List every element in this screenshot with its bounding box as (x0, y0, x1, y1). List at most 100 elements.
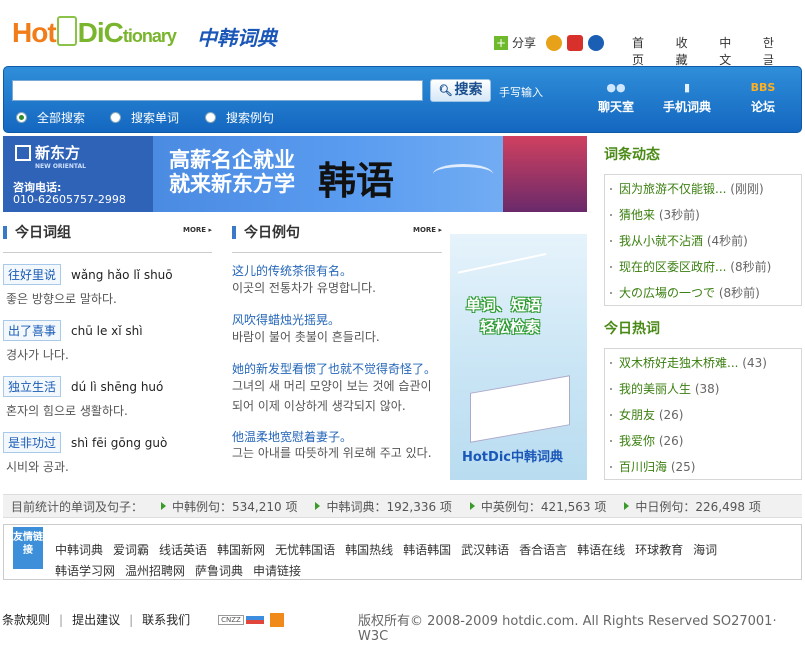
phrase-term[interactable]: 是非功过 (3, 432, 62, 453)
nav-favorites[interactable]: 收藏 (676, 34, 696, 68)
promo-image[interactable]: 单词、短语 轻松检索 HotDic中韩词典 (450, 234, 587, 480)
list-item[interactable]: 我从小就不沾酒 (4秒前) (605, 228, 801, 254)
friend-link[interactable]: 爱词霸 (113, 540, 149, 561)
friend-link[interactable]: 中韩词典 (55, 540, 103, 561)
chatroom-link[interactable]: ●● 聊天室 (591, 81, 641, 115)
share-plus-icon[interactable]: + (494, 35, 508, 50)
example-chinese[interactable]: 风吹得蜡烛光摇晃。 (232, 311, 340, 328)
friend-link[interactable]: 韩语韩国 (403, 540, 451, 561)
example-korean: 그녀의 새 머리 모양이 보는 것에 습관이 되어 이제 이상하게 생각되지 않… (232, 379, 432, 413)
stats-widget-icon[interactable] (269, 612, 284, 627)
nav-home[interactable]: 首页 (632, 34, 652, 68)
banner-line-1: 高薪名企就业 (169, 148, 295, 172)
item-text[interactable]: 我爱你 (619, 434, 655, 448)
more-label: MORE (413, 226, 437, 234)
list-item[interactable]: 双木桥好走独木桥难... (43) (605, 350, 801, 376)
more-label: MORE (183, 226, 207, 234)
footer-terms-link[interactable]: 条款规则 (2, 611, 50, 628)
friend-links-label: 友情链接 (13, 527, 43, 569)
promo-line-2: 轻松检索 (480, 318, 541, 336)
hot-words-list: 双木桥好走独木桥难... (43) 我的美丽人生 (38) 女朋友 (26) 我… (604, 348, 802, 480)
divider (3, 252, 212, 253)
search-input[interactable] (12, 80, 423, 101)
friend-link[interactable]: 韩语在线 (577, 540, 625, 561)
example-chinese[interactable]: 这儿的传统茶很有名。 (232, 262, 352, 279)
item-text[interactable]: 我的美丽人生 (619, 382, 691, 396)
share-link[interactable]: 分享 (512, 34, 536, 51)
friend-link[interactable]: 香合语言 (519, 540, 567, 561)
friend-link[interactable]: 韩国热线 (345, 540, 393, 561)
example-korean: 바람이 불어 촛불이 흔들리다. (232, 330, 380, 344)
friend-link[interactable]: 申请链接 (253, 561, 301, 582)
item-text[interactable]: 我从小就不沾酒 (619, 234, 703, 248)
item-text[interactable]: 女朋友 (619, 408, 655, 422)
radio-dot[interactable] (16, 112, 27, 123)
radio-dot[interactable] (205, 112, 216, 123)
search-button[interactable]: 🔍︎ 搜索 (430, 79, 491, 102)
friend-link[interactable]: 线话英语 (159, 540, 207, 561)
nav-korean[interactable]: 한글 (763, 34, 781, 68)
friend-link[interactable]: 韩语学习网 (55, 561, 115, 582)
friend-link[interactable]: 武汉韩语 (461, 540, 509, 561)
list-item[interactable]: 因为旅游不仅能锻... (刚刚) (605, 176, 801, 202)
qq-icon[interactable] (546, 34, 563, 51)
nav-chinese[interactable]: 中文 (719, 34, 739, 68)
banner-brand-en: NEW ORIENTAL (35, 163, 86, 170)
footer-feedback-link[interactable]: 提出建议 (72, 611, 120, 628)
phrase-item: 出了喜事 chū le xǐ shì (3, 320, 143, 341)
item-text[interactable]: 百川归海 (619, 460, 667, 474)
list-item[interactable]: 我爱你 (26) (605, 428, 801, 454)
phrases-more-link[interactable]: MORE ▸ (183, 226, 212, 234)
footer-contact-link[interactable]: 联系我们 (142, 611, 190, 628)
phrases-title: 今日词组 (15, 225, 71, 241)
kaixin-icon[interactable] (567, 34, 584, 51)
examples-more-link[interactable]: MORE ▸ (413, 226, 442, 234)
phrase-term[interactable]: 独立生活 (3, 376, 62, 397)
item-text[interactable]: 双木桥好走独木桥难... (619, 356, 738, 370)
friend-link[interactable]: 环球教育 (635, 540, 683, 561)
item-time: (8秒前) (718, 286, 760, 300)
item-time: (4秒前) (706, 234, 748, 248)
radio-search-word[interactable]: 搜索单词 (110, 109, 179, 126)
logo-hot: Hot (12, 17, 57, 48)
banner-line-2: 就来新东方学 (169, 172, 295, 196)
list-item[interactable]: 猜他来 (3秒前) (605, 202, 801, 228)
mobile-dict-link[interactable]: ▮ 手机词典 (662, 81, 712, 115)
banner-brand-panel: 新东方 NEW ORIENTAL 咨询电话: 010-62605757-2998 (3, 136, 153, 212)
list-item[interactable]: 大の広場の一つで (8秒前) (605, 280, 801, 306)
item-text[interactable]: 因为旅游不仅能锻... (619, 182, 726, 196)
handwrite-input-link[interactable]: 手写输入 (499, 84, 543, 100)
item-text[interactable]: 猜他来 (619, 208, 655, 222)
renren-icon[interactable] (588, 34, 605, 51)
radio-all-search[interactable]: 全部搜索 (16, 109, 85, 126)
banner-brand-name: 新东方 (35, 144, 81, 162)
item-count: (25) (670, 460, 696, 474)
radio-search-example[interactable]: 搜索例句 (205, 109, 274, 126)
chatroom-label: 聊天室 (597, 100, 634, 114)
phrase-term[interactable]: 出了喜事 (3, 320, 62, 341)
friend-link[interactable]: 无忧韩国语 (275, 540, 335, 561)
stats-item: 中韩词典：192,336 项 (315, 498, 452, 515)
friend-link[interactable]: 温州招聘网 (125, 561, 185, 582)
site-logo[interactable]: Hot DiCtionary (12, 16, 177, 49)
friend-link[interactable]: 萨鲁词典 (195, 561, 243, 582)
item-text[interactable]: 大の広場の一つで (619, 286, 715, 300)
list-item[interactable]: 我的美丽人生 (38) (605, 376, 801, 402)
item-text[interactable]: 现在的区委区政府... (619, 260, 726, 274)
phrase-term[interactable]: 往好里说 (3, 264, 62, 285)
ad-banner[interactable]: 新东方 NEW ORIENTAL 咨询电话: 010-62605757-2998… (3, 136, 587, 212)
list-item[interactable]: 女朋友 (26) (605, 402, 801, 428)
list-item[interactable]: 百川归海 (25) (605, 454, 801, 480)
radio-dot[interactable] (110, 112, 121, 123)
list-item[interactable]: 现在的区委区政府... (8秒前) (605, 254, 801, 280)
item-time: (刚刚) (730, 182, 764, 196)
example-chinese[interactable]: 她的新发型看惯了也就不觉得奇怪了。 (232, 360, 436, 377)
friend-links-list: 中韩词典 爱词霸 线话英语 韩国新网 无忧韩国语 韩国热线 韩语韩国 武汉韩语 … (55, 540, 795, 582)
footer-separator: | (59, 612, 64, 627)
cnzz-badge[interactable]: CNZZ (218, 614, 244, 625)
triangle-icon (161, 502, 167, 510)
friend-link[interactable]: 海词 (693, 540, 717, 561)
forum-link[interactable]: BBS 论坛 (738, 81, 788, 115)
friend-link[interactable]: 韩国新网 (217, 540, 265, 561)
examples-header: 今日例句 (232, 222, 300, 242)
